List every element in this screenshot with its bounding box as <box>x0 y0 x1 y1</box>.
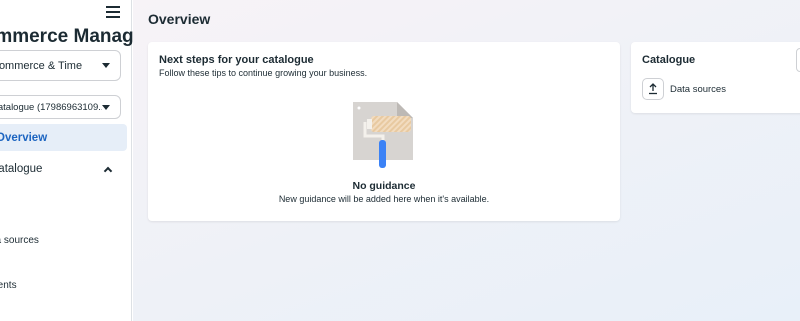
paint-roller-illustration <box>353 102 413 168</box>
main-content: Overview Next steps for your catalogue F… <box>133 0 800 321</box>
page-title: Overview <box>148 11 211 27</box>
sidebar-item-events[interactable]: Events <box>0 280 17 291</box>
next-steps-title: Next steps for your catalogue <box>159 54 314 66</box>
sidebar-item-label: Catalogue <box>0 163 43 175</box>
app-title: Commerce Manager <box>0 26 152 47</box>
sidebar-item-label: Overview <box>0 131 48 144</box>
catalogue-card: Catalogue Data sources <box>631 42 800 113</box>
catalogue-dropdown[interactable]: Catalogue (17986963109... <box>0 95 121 119</box>
empty-state-subtitle: New guidance will be added here when it'… <box>278 194 490 204</box>
next-steps-subtitle: Follow these tips to continue growing yo… <box>159 68 368 78</box>
catalogue-card-title: Catalogue <box>642 54 696 66</box>
empty-state-title: No guidance <box>352 180 416 192</box>
chevron-up-icon <box>103 166 113 175</box>
upload-icon <box>642 78 664 100</box>
caret-down-icon <box>102 63 110 68</box>
catalogue-card-button[interactable] <box>796 48 800 72</box>
next-steps-card: Next steps for your catalogue Follow the… <box>148 42 620 221</box>
business-dropdown-label: Commerce & Time <box>0 59 83 72</box>
menu-icon[interactable] <box>106 6 120 20</box>
data-sources-label: Data sources <box>670 83 726 95</box>
caret-down-icon <box>102 104 110 110</box>
data-sources-link[interactable]: Data sources <box>642 78 726 100</box>
sidebar-item-overview[interactable]: Overview <box>0 124 127 151</box>
sidebar-item-data-sources[interactable]: Data sources <box>0 235 39 246</box>
sidebar-item-catalogue[interactable]: Catalogue <box>0 158 121 180</box>
business-dropdown[interactable]: Commerce & Time <box>0 50 121 81</box>
sidebar: Commerce Manager Commerce & Time Catalog… <box>0 0 152 321</box>
catalogue-dropdown-label: Catalogue (17986963109... <box>0 101 102 113</box>
